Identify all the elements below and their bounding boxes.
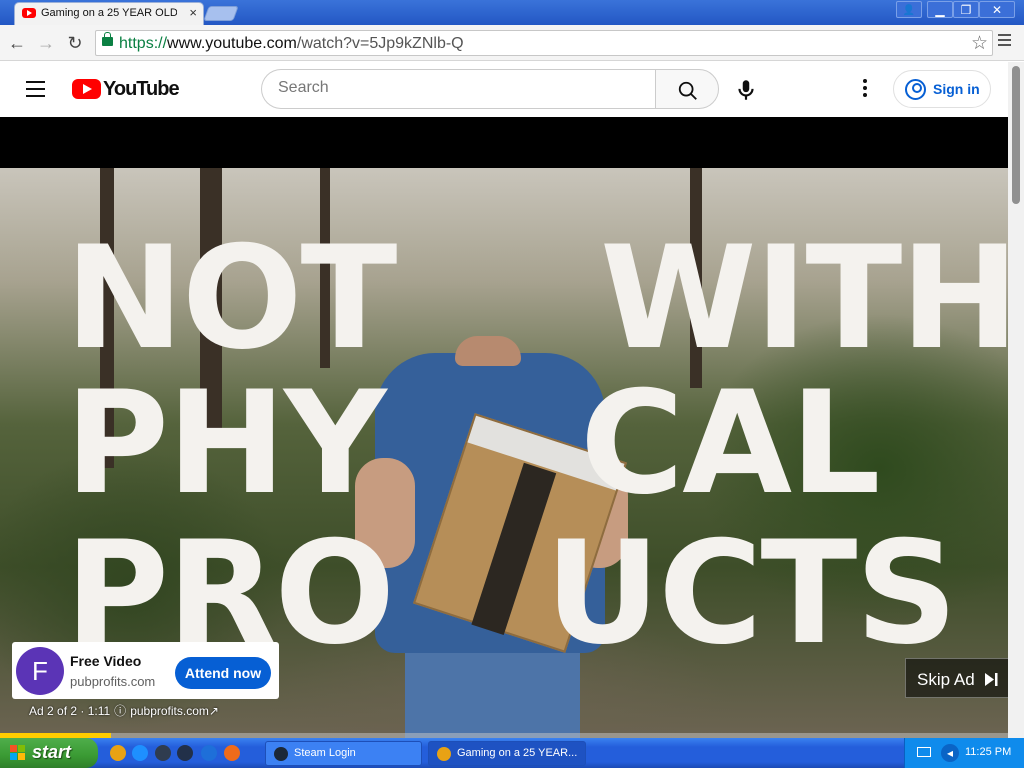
- voice-search-button[interactable]: [733, 77, 759, 103]
- app-quicklaunch-icon[interactable]: [201, 745, 217, 761]
- browser-toolbar: ← → ↻ https://www.youtube.com/watch?v=5J…: [0, 25, 1024, 61]
- url-text: https://www.youtube.com/watch?v=5Jp9kZNl…: [119, 35, 464, 52]
- steam-icon[interactable]: [155, 745, 171, 761]
- taskbar-item-chrome[interactable]: Gaming on a 25 YEAR...: [428, 741, 586, 766]
- tab-close-icon[interactable]: ×: [189, 5, 197, 20]
- system-tray: ◂ 11:25 PM: [904, 738, 1024, 768]
- steam-icon: [274, 747, 288, 761]
- info-icon[interactable]: ⓘ: [114, 704, 126, 718]
- clock[interactable]: 11:25 PM: [965, 746, 1011, 758]
- overlay-text: PHY: [65, 361, 387, 526]
- address-bar[interactable]: https://www.youtube.com/watch?v=5Jp9kZNl…: [95, 30, 993, 56]
- ad-link[interactable]: pubprofits.com: [130, 704, 209, 718]
- attend-now-button[interactable]: Attend now: [175, 657, 271, 689]
- skip-ad-button[interactable]: Skip Ad: [905, 658, 1008, 698]
- guide-menu-icon[interactable]: [26, 81, 46, 97]
- windows-logo-icon: [10, 745, 26, 761]
- youtube-play-icon: [72, 79, 101, 99]
- person-head: [455, 336, 521, 366]
- taskbar-item-steam-login[interactable]: Steam Login: [265, 741, 422, 766]
- youtube-favicon-icon: [22, 8, 36, 18]
- browser-tab[interactable]: Gaming on a 25 YEAR OLD ×: [14, 2, 204, 25]
- youtube-header: YouTube Sign in: [0, 62, 1008, 117]
- overlay-text: NOT: [65, 216, 397, 381]
- taskbar-item-label: Steam Login: [294, 747, 356, 759]
- ad-card[interactable]: F Free Video pubprofits.com Attend now: [12, 642, 279, 699]
- ad-title[interactable]: Free Video: [70, 653, 141, 669]
- overlay-text: UCTS: [545, 511, 958, 676]
- overlay-text: CAL: [580, 361, 881, 526]
- search-button[interactable]: [655, 69, 719, 109]
- reload-button[interactable]: ↻: [64, 32, 86, 54]
- search-box: [261, 69, 656, 109]
- start-button[interactable]: start: [0, 738, 98, 768]
- tab-title: Gaming on a 25 YEAR OLD: [41, 7, 177, 19]
- more-options-icon[interactable]: [858, 79, 872, 101]
- logo-text: YouTube: [103, 78, 180, 100]
- skip-ad-label: Skip Ad: [917, 670, 975, 689]
- internet-explorer-icon[interactable]: [132, 745, 148, 761]
- profile-button[interactable]: 👤: [896, 1, 922, 18]
- advertiser-avatar[interactable]: F: [16, 647, 64, 695]
- overlay-text: WITH: [600, 216, 1008, 381]
- restore-button[interactable]: ❐: [953, 1, 979, 18]
- skip-next-icon: [985, 673, 998, 686]
- microphone-icon: [738, 80, 754, 100]
- back-button[interactable]: ←: [6, 32, 28, 54]
- bookmark-star-icon[interactable]: ☆: [971, 32, 988, 55]
- chrome-icon[interactable]: [110, 745, 126, 761]
- firefox-icon[interactable]: [224, 745, 240, 761]
- lock-icon: [102, 32, 113, 46]
- close-window-button[interactable]: ✕: [979, 1, 1015, 18]
- new-tab-button[interactable]: [203, 6, 239, 21]
- volume-icon[interactable]: ◂: [941, 744, 959, 762]
- taskbar-item-label: Gaming on a 25 YEAR...: [457, 747, 578, 759]
- ad-counter: Ad 2 of 2 · 1:11: [29, 704, 111, 718]
- scrollbar-thumb[interactable]: [1012, 66, 1020, 204]
- ad-domain[interactable]: pubprofits.com: [70, 674, 155, 689]
- external-link-icon: ↗: [208, 704, 219, 718]
- start-label: start: [32, 742, 72, 762]
- search-input[interactable]: [278, 79, 638, 97]
- minimize-button[interactable]: ▁: [927, 1, 953, 18]
- ad-info-bar: Ad 2 of 2 · 1:11 ⓘ pubprofits.com↗: [29, 702, 219, 719]
- sign-in-label: Sign in: [933, 81, 980, 97]
- browser-titlebar: Gaming on a 25 YEAR OLD × 👤 ▁ ❐ ✕: [0, 0, 1024, 25]
- page-scrollbar[interactable]: [1008, 62, 1024, 738]
- chrome-icon: [437, 747, 451, 761]
- sign-in-button[interactable]: Sign in: [893, 70, 991, 108]
- windows-taskbar: start Steam Login Gaming on a 25 YEAR...…: [0, 738, 1024, 768]
- forward-button[interactable]: →: [35, 32, 57, 54]
- steam-quicklaunch-icon[interactable]: [177, 745, 193, 761]
- keyboard-icon[interactable]: [917, 747, 931, 757]
- browser-menu-icon[interactable]: [998, 34, 1014, 52]
- account-icon: [905, 79, 926, 100]
- search-icon: [678, 81, 697, 100]
